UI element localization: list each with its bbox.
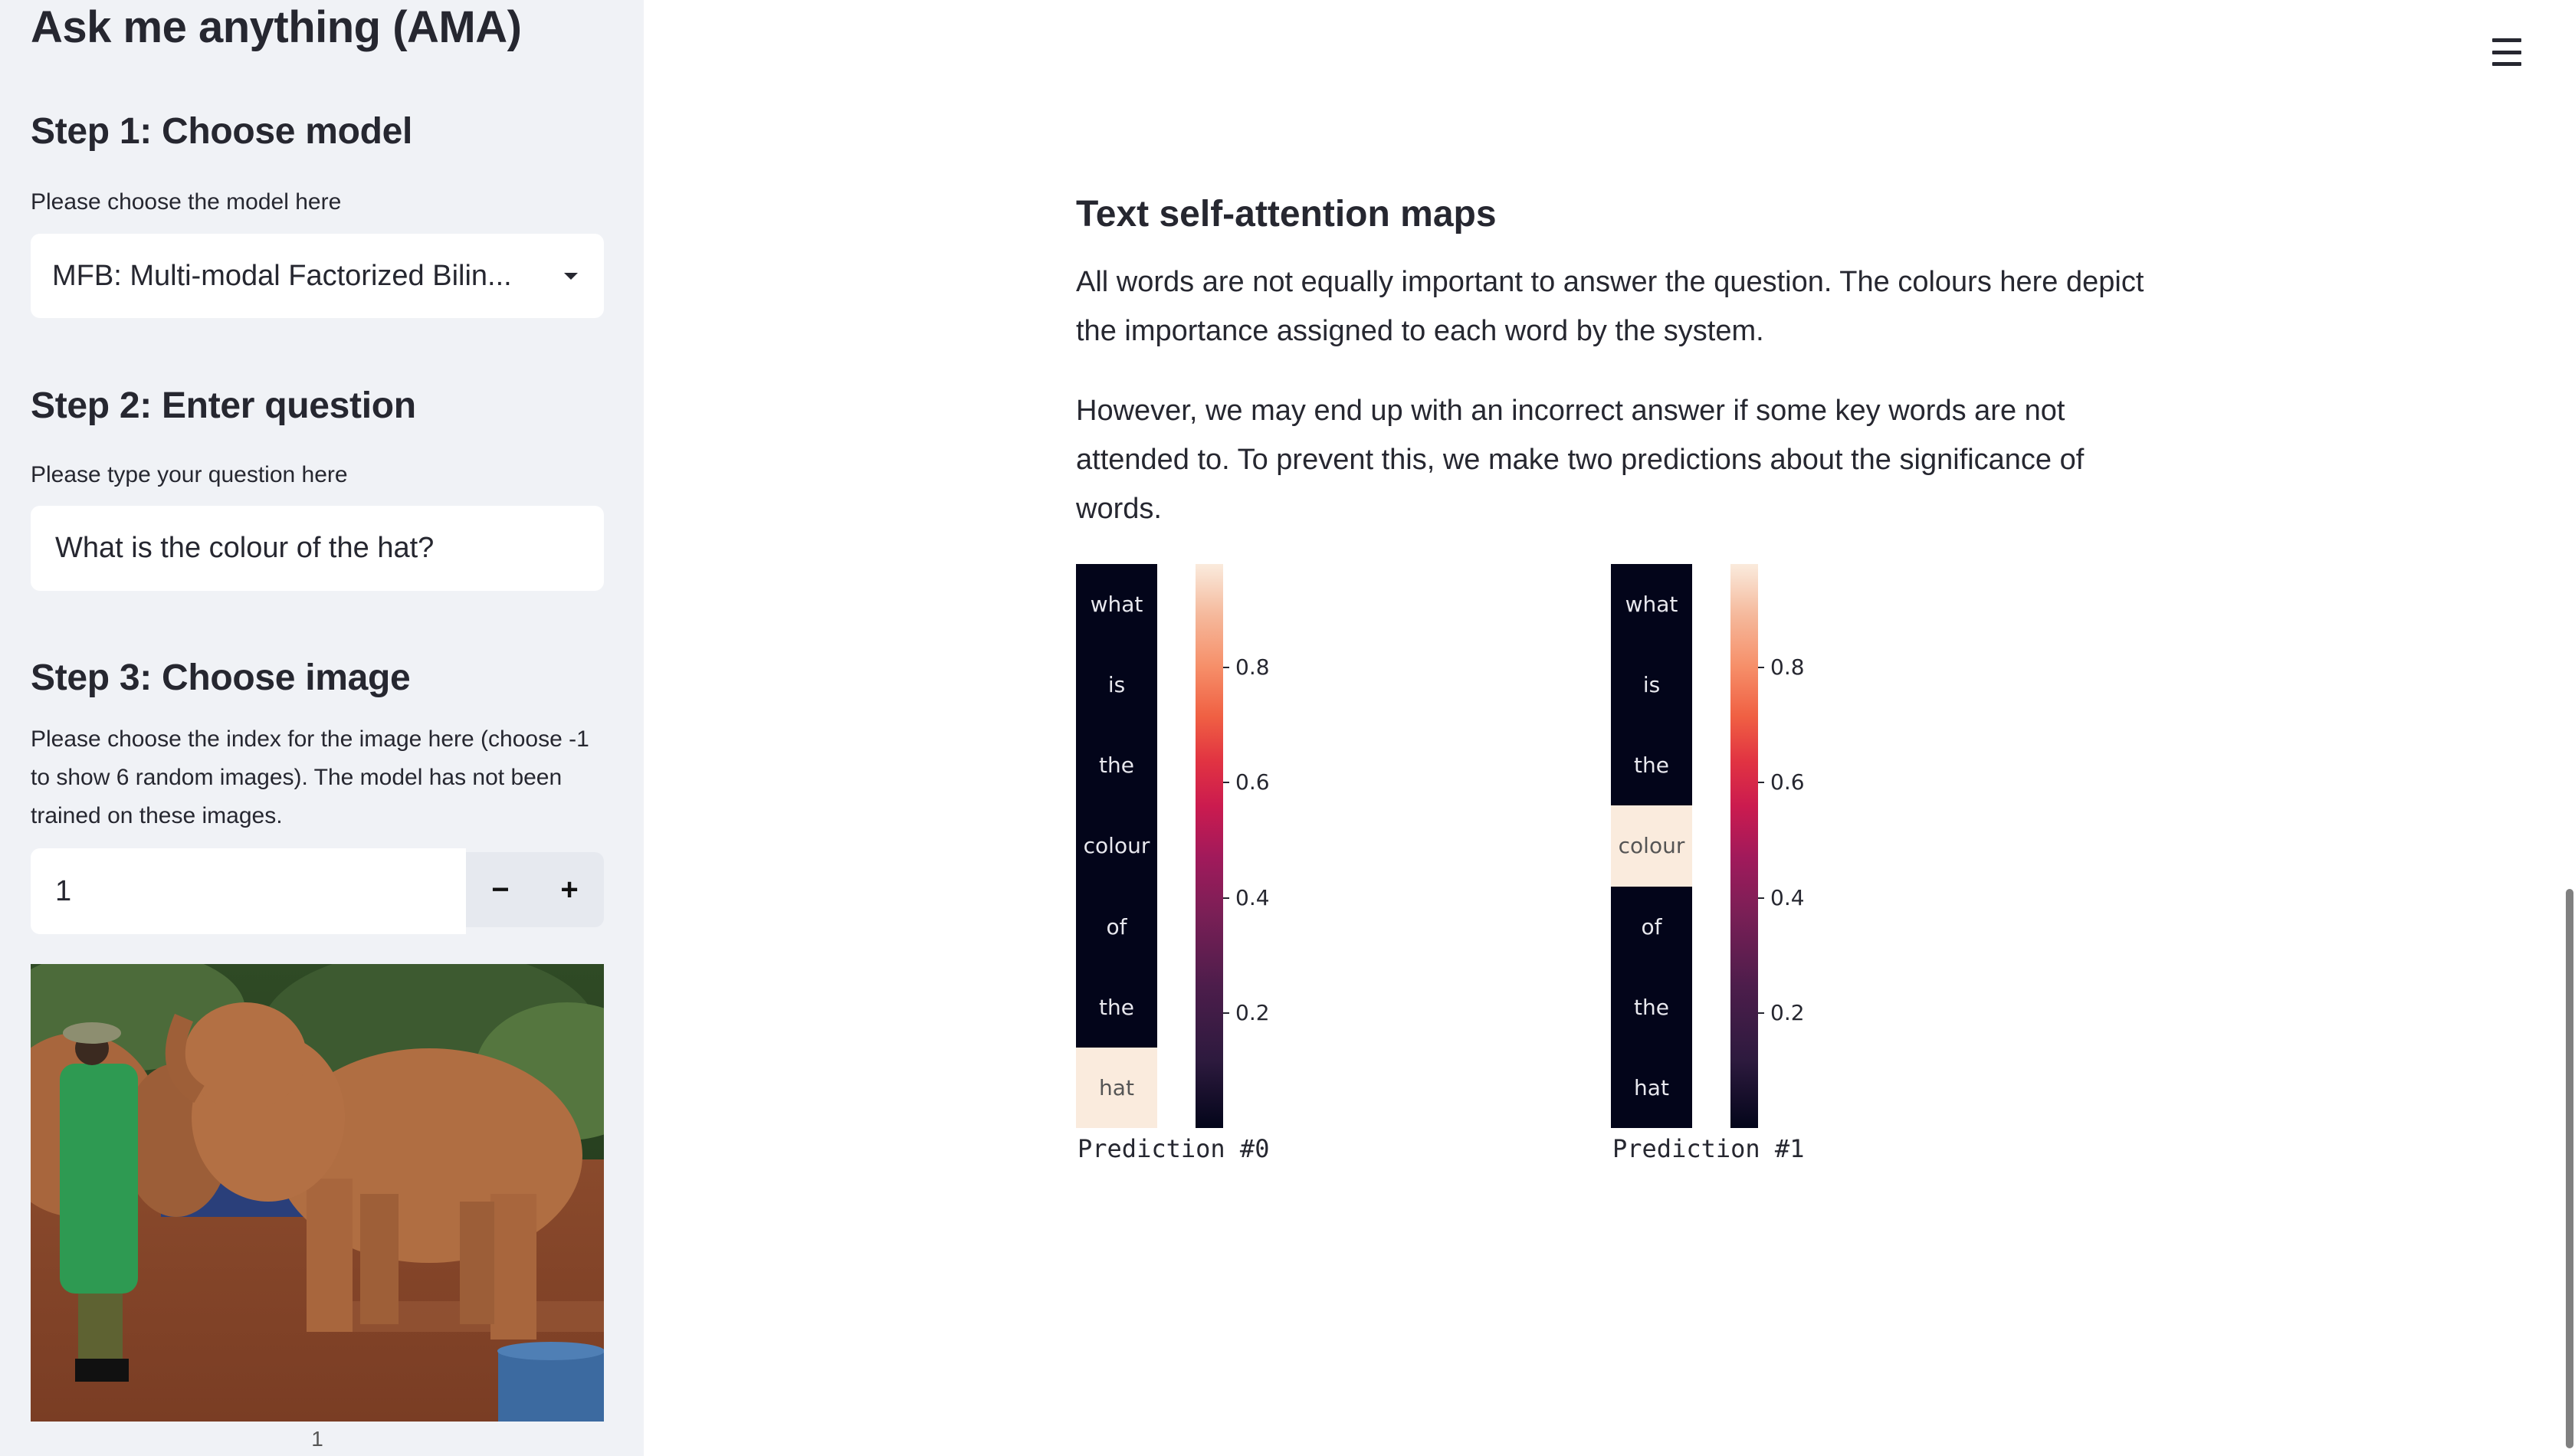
question-input-label: Please type your question here — [31, 462, 348, 487]
decrement-button[interactable]: − — [466, 852, 535, 927]
app-title: Ask me anything (AMA) — [31, 2, 522, 52]
heatmap-cell-is: is — [1076, 644, 1157, 726]
colorbar-tick-label: 0.6 — [1235, 769, 1270, 795]
colorbar-tick-label: 0.6 — [1770, 769, 1805, 795]
colorbar — [1196, 564, 1223, 1128]
colorbar-tick — [1223, 782, 1229, 784]
heatmap-cells: what is the colour of the hat — [1611, 564, 1692, 1128]
heatmap-cell-what: what — [1611, 564, 1692, 645]
heatmap-cell-is: is — [1611, 644, 1692, 726]
paragraph-predictions: However, we may end up with an incorrect… — [1076, 395, 2085, 525]
elephant-photo — [31, 964, 604, 1422]
heatmap-cell-of: of — [1611, 886, 1692, 967]
step1-heading: Step 1: Choose model — [31, 111, 413, 152]
menu-bar — [2492, 38, 2521, 42]
heatmap-cell-the: the — [1076, 966, 1157, 1048]
heatmap-cell-the: the — [1076, 725, 1157, 806]
heatmap-cell-colour: colour — [1076, 805, 1157, 887]
increment-button[interactable]: + — [535, 852, 604, 927]
colorbar-tick-label: 0.8 — [1235, 654, 1270, 680]
menu-bar — [2492, 50, 2521, 54]
colorbar-tick — [1223, 667, 1229, 669]
stepper-buttons: − + — [466, 852, 604, 927]
colorbar-tick — [1758, 667, 1764, 669]
heatmap-cell-colour: colour — [1611, 805, 1692, 887]
colorbar-tick — [1758, 897, 1764, 899]
colorbar-tick-label: 0.4 — [1235, 884, 1270, 910]
image-index-input[interactable] — [31, 848, 466, 934]
colorbar-tick-label: 0.2 — [1235, 999, 1270, 1025]
step2-heading: Step 2: Enter question — [31, 385, 416, 426]
heatmap-cell-the: the — [1611, 966, 1692, 1048]
heatmap-caption: Prediction #1 — [1612, 1134, 1805, 1163]
heatmap-cell-hat: hat — [1076, 1047, 1157, 1128]
section-title: Text self-attention maps — [1076, 194, 1497, 234]
question-input[interactable] — [31, 506, 604, 591]
model-select-value: MFB: Multi-modal Factorized Bilin... — [52, 259, 512, 292]
attention-heatmap-prediction-1: what is the colour of the hat 0.2 0.4 0.6 0.8 Predi… — [1611, 564, 1933, 1177]
scrollbar-thumb[interactable] — [2566, 889, 2573, 1448]
colorbar-tick-label: 0.2 — [1770, 999, 1805, 1025]
heatmap-cell-what: what — [1076, 564, 1157, 645]
selected-image — [31, 964, 604, 1422]
colorbar — [1730, 564, 1758, 1128]
chevron-down-icon[interactable] — [564, 272, 578, 280]
paragraph-importance: All words are not equally important to a… — [1076, 266, 2144, 347]
heatmap-cell-hat: hat — [1611, 1047, 1692, 1128]
colorbar-tick — [1758, 782, 1764, 784]
image-index-stepper: − + — [31, 848, 604, 934]
image-index-label: Please choose the index for the image he… — [31, 726, 589, 828]
colorbar-tick — [1223, 1012, 1229, 1014]
image-caption: 1 — [311, 1427, 323, 1451]
attention-heatmap-prediction-0: what is the colour of the hat 0.2 0.4 0.6 0.8 Predi… — [1076, 564, 1398, 1177]
colorbar-tick-label: 0.8 — [1770, 654, 1805, 680]
heatmap-cell-the: the — [1611, 725, 1692, 806]
model-select[interactable]: MFB: Multi-modal Factorized Bilin... — [31, 234, 604, 318]
hamburger-menu-icon[interactable] — [2492, 38, 2521, 66]
heatmap-cells: what is the colour of the hat — [1076, 564, 1157, 1128]
model-select-label: Please choose the model here — [31, 189, 342, 215]
sidebar: Ask me anything (AMA) Step 1: Choose mod… — [0, 0, 644, 1456]
colorbar-tick-label: 0.4 — [1770, 884, 1805, 910]
heatmap-cell-of: of — [1076, 886, 1157, 967]
heatmap-caption: Prediction #0 — [1078, 1134, 1270, 1163]
colorbar-tick — [1758, 1012, 1764, 1014]
menu-bar — [2492, 62, 2521, 66]
step3-heading: Step 3: Choose image — [31, 657, 411, 698]
colorbar-tick — [1223, 897, 1229, 899]
